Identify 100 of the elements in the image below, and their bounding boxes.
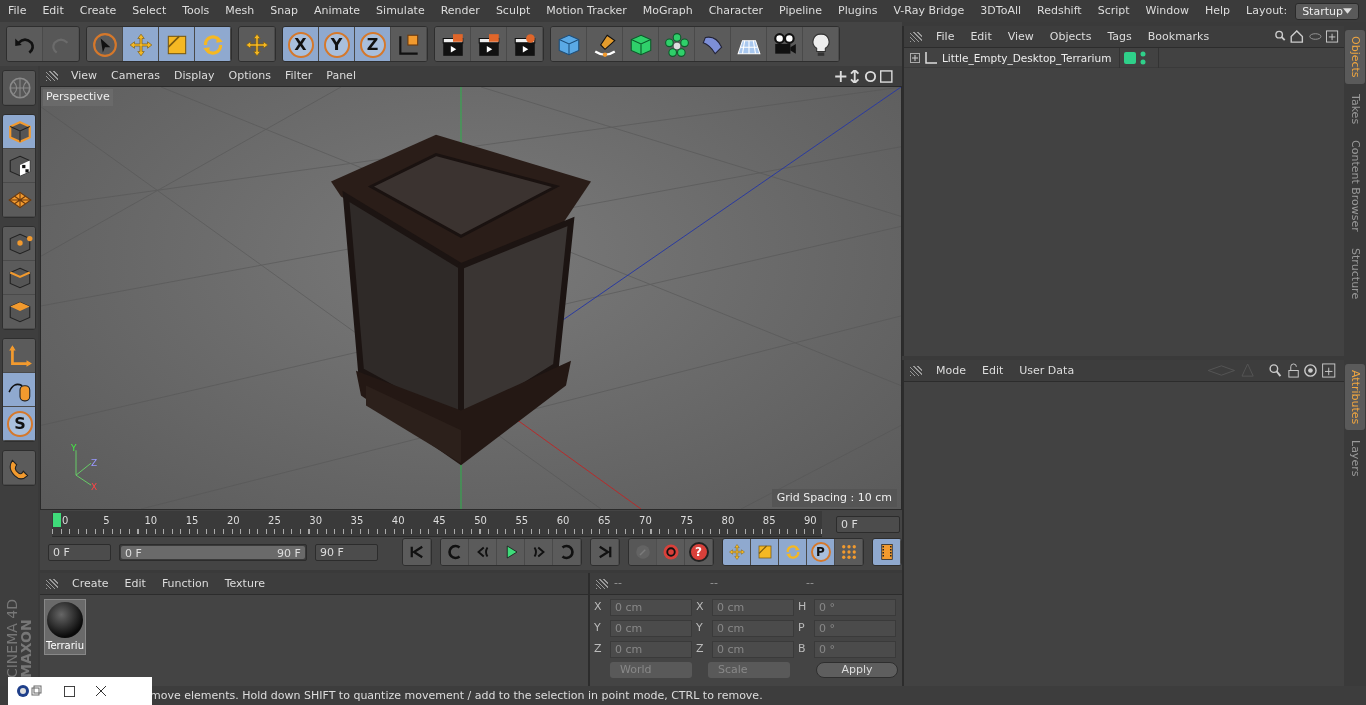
- menu-item[interactable]: Simulate: [368, 0, 433, 22]
- menu-item[interactable]: Animate: [306, 0, 369, 22]
- layout-label: Layout:: [1245, 3, 1289, 19]
- tool-button[interactable]: [3, 149, 35, 183]
- tool-button[interactable]: S: [3, 407, 35, 441]
- menu-item[interactable]: User Data: [1011, 359, 1083, 382]
- tool-button[interactable]: [3, 373, 35, 407]
- menu-item[interactable]: Plugins: [830, 0, 886, 22]
- menu-item[interactable]: Snap: [262, 0, 306, 22]
- tool-button[interactable]: [391, 27, 427, 61]
- menu-item[interactable]: 3DToAll: [972, 0, 1029, 22]
- menu-item[interactable]: File: [928, 25, 963, 48]
- tool-button[interactable]: P: [807, 539, 835, 565]
- layer-color-icon[interactable]: [1124, 51, 1137, 64]
- material-preview: [47, 602, 83, 638]
- visibility-dots-icon[interactable]: [1140, 50, 1147, 65]
- axis-label: X: [594, 599, 603, 616]
- menu-item[interactable]: Function: [153, 572, 217, 595]
- menu-item[interactable]: Mode: [928, 359, 974, 382]
- material-swatch[interactable]: Terrariu: [44, 599, 86, 655]
- menu-item[interactable]: MoGraph: [634, 0, 701, 22]
- panel-tab[interactable]: Takes: [1344, 87, 1366, 130]
- frame-number: 75: [680, 514, 694, 528]
- menu-item[interactable]: Options: [221, 66, 278, 86]
- layout-dropdown[interactable]: Startup: [1295, 2, 1359, 20]
- expand-toggle[interactable]: [910, 52, 920, 63]
- view-controls-icon[interactable]: [834, 69, 894, 83]
- tool-button[interactable]: [803, 27, 839, 61]
- menu-item[interactable]: Edit: [34, 0, 72, 22]
- tool-button[interactable]: [659, 27, 695, 61]
- panel-tab[interactable]: Structure: [1344, 241, 1366, 305]
- tool-button[interactable]: [87, 27, 123, 61]
- frame-number: 90: [804, 514, 817, 528]
- range-fill[interactable]: 0 F 90 F: [121, 545, 305, 559]
- flower-icon: [663, 32, 690, 58]
- frame-number: 15: [185, 514, 199, 528]
- tool-button[interactable]: [507, 27, 543, 61]
- close-icon[interactable]: [95, 685, 107, 697]
- menu-item[interactable]: View: [999, 25, 1042, 48]
- menu-item[interactable]: Help: [1196, 0, 1239, 22]
- menu-item[interactable]: Create: [64, 572, 117, 595]
- tool-button[interactable]: X: [283, 27, 319, 61]
- object-name[interactable]: Little_Empty_Desktop_Terrarium: [942, 49, 1120, 66]
- menu-item[interactable]: Filter: [278, 66, 320, 86]
- tool-button[interactable]: ?: [685, 539, 713, 565]
- menu-item[interactable]: Motion Tracker: [538, 0, 635, 22]
- menu-item[interactable]: Pipeline: [771, 0, 831, 22]
- frame-number: 35: [350, 514, 364, 528]
- menu-item[interactable]: Panel: [319, 66, 363, 86]
- frame-number: 85: [762, 514, 776, 528]
- range-start: 0 F: [125, 545, 142, 559]
- current-frame-field[interactable]: 0 F: [836, 515, 900, 533]
- tool-button[interactable]: Y: [319, 27, 355, 61]
- menu-item[interactable]: Redshift: [1029, 0, 1090, 22]
- menu-item[interactable]: Edit: [962, 25, 1000, 48]
- menu-item[interactable]: Bookmarks: [1139, 25, 1218, 48]
- tool-button[interactable]: [471, 27, 507, 61]
- tool-button[interactable]: [3, 295, 35, 329]
- menu-item[interactable]: Edit: [974, 359, 1012, 382]
- menu-item[interactable]: Create: [71, 0, 125, 22]
- menu-item[interactable]: Objects: [1041, 25, 1100, 48]
- menu-item[interactable]: Cameras: [104, 66, 167, 86]
- menu-item[interactable]: Edit: [116, 572, 154, 595]
- menu-item[interactable]: Mesh: [217, 0, 263, 22]
- tool-button[interactable]: [767, 27, 803, 61]
- timeline-ruler[interactable]: 0 5 10 15 20 25 30 35 40 45 50 55 60 65 70 75 80 85 90: [52, 511, 822, 537]
- maximize-icon[interactable]: [64, 685, 75, 697]
- apply-button[interactable]: Apply: [816, 662, 898, 678]
- axis-label: Z: [594, 641, 603, 658]
- axis-label: B: [798, 641, 807, 658]
- tool-button[interactable]: [731, 27, 767, 61]
- tool-button[interactable]: [3, 227, 35, 261]
- start-frame-field[interactable]: 0 F: [48, 543, 112, 561]
- menu-item[interactable]: Window: [1137, 0, 1197, 22]
- menu-item[interactable]: Character: [700, 0, 771, 22]
- manager-tools-icon[interactable]: [1274, 30, 1340, 43]
- menu-item[interactable]: Render: [432, 0, 488, 22]
- panel-tab[interactable]: Layers: [1344, 434, 1366, 483]
- panel-tab[interactable]: Content Browser: [1344, 133, 1366, 238]
- tool-button[interactable]: [587, 27, 623, 61]
- menu-item[interactable]: Tools: [174, 0, 218, 22]
- menu-item[interactable]: Tags: [1099, 25, 1140, 48]
- null-object-icon: [924, 50, 938, 65]
- menu-item[interactable]: Display: [167, 66, 222, 86]
- product-logo: CINEMA 4D: [5, 598, 19, 678]
- tool-button[interactable]: Z: [355, 27, 391, 61]
- menu-item[interactable]: Sculpt: [487, 0, 539, 22]
- camera-label: Perspective: [43, 89, 113, 106]
- tool-button[interactable]: [3, 261, 35, 295]
- end-frame-field[interactable]: 90 F: [314, 543, 378, 561]
- menu-item[interactable]: File: [0, 0, 35, 22]
- menu-item[interactable]: Select: [124, 0, 175, 22]
- menu-item[interactable]: Script: [1089, 0, 1138, 22]
- frame-number: 20: [226, 514, 240, 528]
- menu-item[interactable]: Texture: [216, 572, 273, 595]
- tool-button[interactable]: [435, 27, 471, 61]
- app-restore-icon[interactable]: [16, 684, 44, 698]
- menu-item[interactable]: V-Ray Bridge: [885, 0, 973, 22]
- tool-button[interactable]: [3, 451, 35, 485]
- menu-item[interactable]: View: [64, 66, 105, 86]
